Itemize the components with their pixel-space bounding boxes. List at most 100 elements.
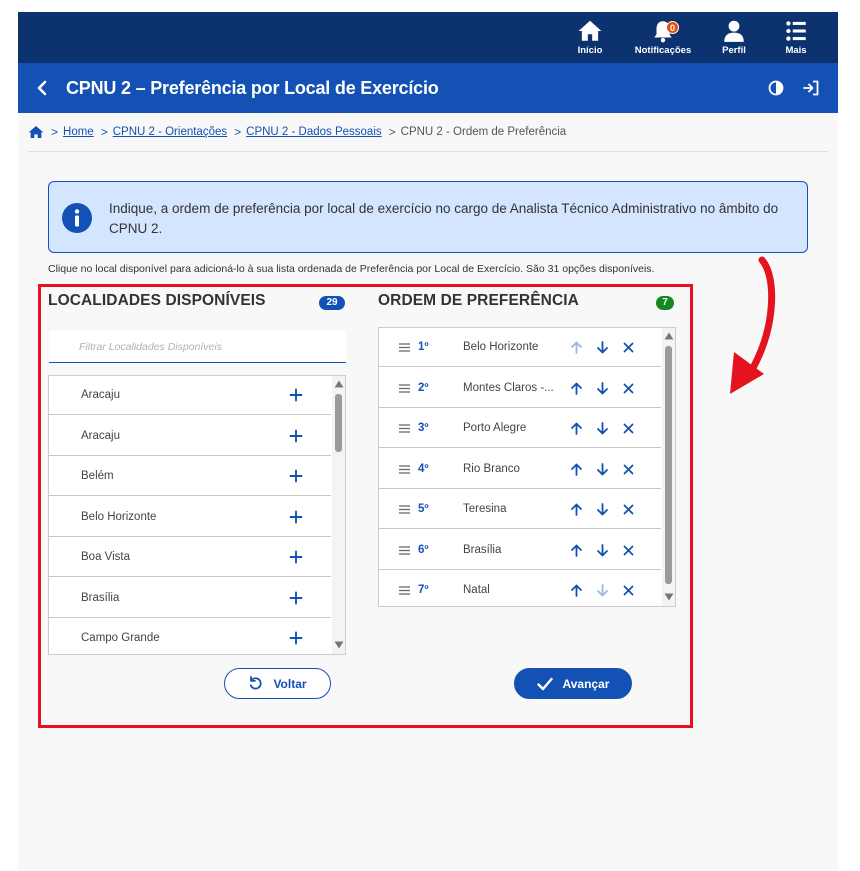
preference-rank: 1º bbox=[418, 341, 429, 353]
location-item[interactable]: Aracaju bbox=[49, 376, 331, 415]
remove-icon[interactable] bbox=[621, 583, 636, 598]
location-item[interactable]: Campo Grande bbox=[49, 619, 331, 654]
breadcrumb-orientations-link[interactable]: CPNU 2 - Orientações bbox=[113, 126, 227, 138]
preference-item[interactable]: 5º Teresina bbox=[379, 490, 661, 529]
breadcrumb-current: CPNU 2 - Ordem de Preferência bbox=[400, 126, 567, 138]
move-down-icon[interactable] bbox=[595, 340, 610, 355]
location-name: Aracaju bbox=[81, 389, 120, 401]
user-icon bbox=[724, 20, 744, 42]
add-icon[interactable] bbox=[287, 427, 305, 445]
scroll-down-arrow-icon[interactable] bbox=[334, 641, 344, 649]
preference-name: Rio Branco bbox=[463, 462, 520, 475]
location-item[interactable]: Brasília bbox=[49, 578, 331, 618]
preference-name: Porto Alegre bbox=[463, 422, 527, 434]
location-name: Campo Grande bbox=[81, 632, 160, 644]
drag-handle-icon[interactable] bbox=[399, 423, 410, 434]
title-bar: CPNU 2 – Preferência por Local de Exercí… bbox=[18, 63, 838, 113]
preference-name: Natal bbox=[463, 584, 490, 596]
nav-home[interactable]: Início bbox=[558, 18, 622, 60]
preference-name: Montes Claros -... bbox=[463, 381, 554, 394]
scrollbar[interactable] bbox=[662, 328, 675, 606]
back-arrow-icon[interactable] bbox=[32, 77, 52, 99]
preference-rank: 4º bbox=[418, 462, 429, 475]
move-down-icon[interactable] bbox=[595, 502, 610, 517]
nav-notifications-label: Notificações bbox=[634, 45, 692, 56]
location-item[interactable]: Aracaju bbox=[49, 416, 331, 456]
move-up-icon[interactable] bbox=[569, 543, 584, 558]
move-up-icon[interactable] bbox=[569, 462, 584, 477]
location-name: Brasília bbox=[81, 591, 120, 604]
remove-icon[interactable] bbox=[621, 340, 636, 355]
remove-icon[interactable] bbox=[621, 462, 636, 477]
next-button[interactable]: Avançar bbox=[514, 668, 632, 699]
check-icon bbox=[536, 677, 553, 690]
move-down-icon[interactable] bbox=[595, 381, 610, 396]
remove-icon[interactable] bbox=[621, 381, 636, 396]
filter-locations-input[interactable] bbox=[49, 331, 346, 363]
preference-order-title: ORDEM DE PREFERÊNCIA bbox=[378, 292, 579, 309]
remove-icon[interactable] bbox=[621, 543, 636, 558]
scrollbar-thumb[interactable] bbox=[665, 346, 672, 584]
scrollbar-thumb[interactable] bbox=[335, 394, 342, 452]
drag-handle-icon[interactable] bbox=[399, 545, 410, 556]
drag-handle-icon[interactable] bbox=[399, 585, 410, 596]
location-name: Aracaju bbox=[81, 429, 120, 442]
preference-name: Teresina bbox=[463, 503, 507, 515]
page-title: CPNU 2 – Preferência por Local de Exercí… bbox=[66, 78, 439, 98]
nav-notifications[interactable]: 0 Notificações bbox=[631, 18, 695, 60]
list-icon bbox=[786, 21, 806, 41]
add-icon[interactable] bbox=[287, 386, 305, 404]
move-up-icon[interactable] bbox=[569, 421, 584, 436]
top-navigation: Início 0 Notificações Perfil Mais bbox=[18, 12, 838, 63]
nav-more[interactable]: Mais bbox=[764, 18, 828, 60]
move-up-icon[interactable] bbox=[569, 502, 584, 517]
add-icon[interactable] bbox=[287, 467, 305, 485]
scroll-down-arrow-icon[interactable] bbox=[664, 593, 674, 601]
nav-more-label: Mais bbox=[785, 45, 807, 56]
move-down-icon bbox=[597, 584, 608, 597]
drag-handle-icon[interactable] bbox=[399, 464, 410, 475]
location-item[interactable]: Belo Horizonte bbox=[49, 497, 331, 537]
preference-item[interactable]: 6º Brasília bbox=[379, 530, 661, 570]
location-item[interactable]: Boa Vista bbox=[49, 538, 331, 577]
scroll-up-arrow-icon[interactable] bbox=[334, 380, 344, 388]
move-up-icon bbox=[571, 341, 582, 354]
drag-handle-icon[interactable] bbox=[399, 342, 410, 353]
add-icon[interactable] bbox=[287, 508, 305, 526]
remove-icon[interactable] bbox=[621, 502, 636, 517]
move-up-icon[interactable] bbox=[569, 583, 584, 598]
drag-handle-icon[interactable] bbox=[399, 504, 410, 515]
scrollbar[interactable] bbox=[332, 376, 345, 654]
add-icon[interactable] bbox=[287, 589, 305, 607]
drag-handle-icon[interactable] bbox=[399, 383, 410, 394]
preference-item[interactable]: 1º Belo Horizonte bbox=[379, 328, 661, 367]
location-name: Belém bbox=[81, 470, 114, 482]
move-down-icon[interactable] bbox=[595, 421, 610, 436]
remove-icon[interactable] bbox=[621, 421, 636, 436]
preference-name: Belo Horizonte bbox=[463, 341, 539, 353]
move-down-icon[interactable] bbox=[595, 543, 610, 558]
move-down-icon[interactable] bbox=[595, 462, 610, 477]
preference-rank: 6º bbox=[418, 543, 429, 556]
preference-item[interactable]: 4º Rio Branco bbox=[379, 449, 661, 489]
home-icon[interactable] bbox=[28, 125, 44, 139]
info-alert: Indique, a ordem de preferência por loca… bbox=[48, 181, 808, 253]
notification-count-badge: 0 bbox=[666, 21, 679, 34]
next-button-label: Avançar bbox=[562, 676, 610, 691]
back-button[interactable]: Voltar bbox=[224, 668, 331, 699]
nav-profile[interactable]: Perfil bbox=[702, 18, 766, 60]
location-name: Boa Vista bbox=[81, 551, 131, 563]
available-locations-title: LOCALIDADES DISPONÍVEIS bbox=[48, 292, 266, 309]
logout-icon[interactable] bbox=[802, 79, 820, 97]
move-up-icon[interactable] bbox=[569, 381, 584, 396]
add-icon[interactable] bbox=[287, 548, 305, 566]
breadcrumb-personal-data-link[interactable]: CPNU 2 - Dados Pessoais bbox=[246, 126, 382, 138]
breadcrumb-home-link[interactable]: Home bbox=[63, 126, 94, 138]
scroll-up-arrow-icon[interactable] bbox=[664, 332, 674, 340]
preference-item[interactable]: 7º Natal bbox=[379, 571, 661, 606]
preference-item[interactable]: 3º Porto Alegre bbox=[379, 409, 661, 448]
add-icon[interactable] bbox=[287, 629, 305, 647]
contrast-icon[interactable] bbox=[767, 79, 785, 97]
location-item[interactable]: Belém bbox=[49, 457, 331, 496]
preference-item[interactable]: 2º Montes Claros -... bbox=[379, 368, 661, 408]
